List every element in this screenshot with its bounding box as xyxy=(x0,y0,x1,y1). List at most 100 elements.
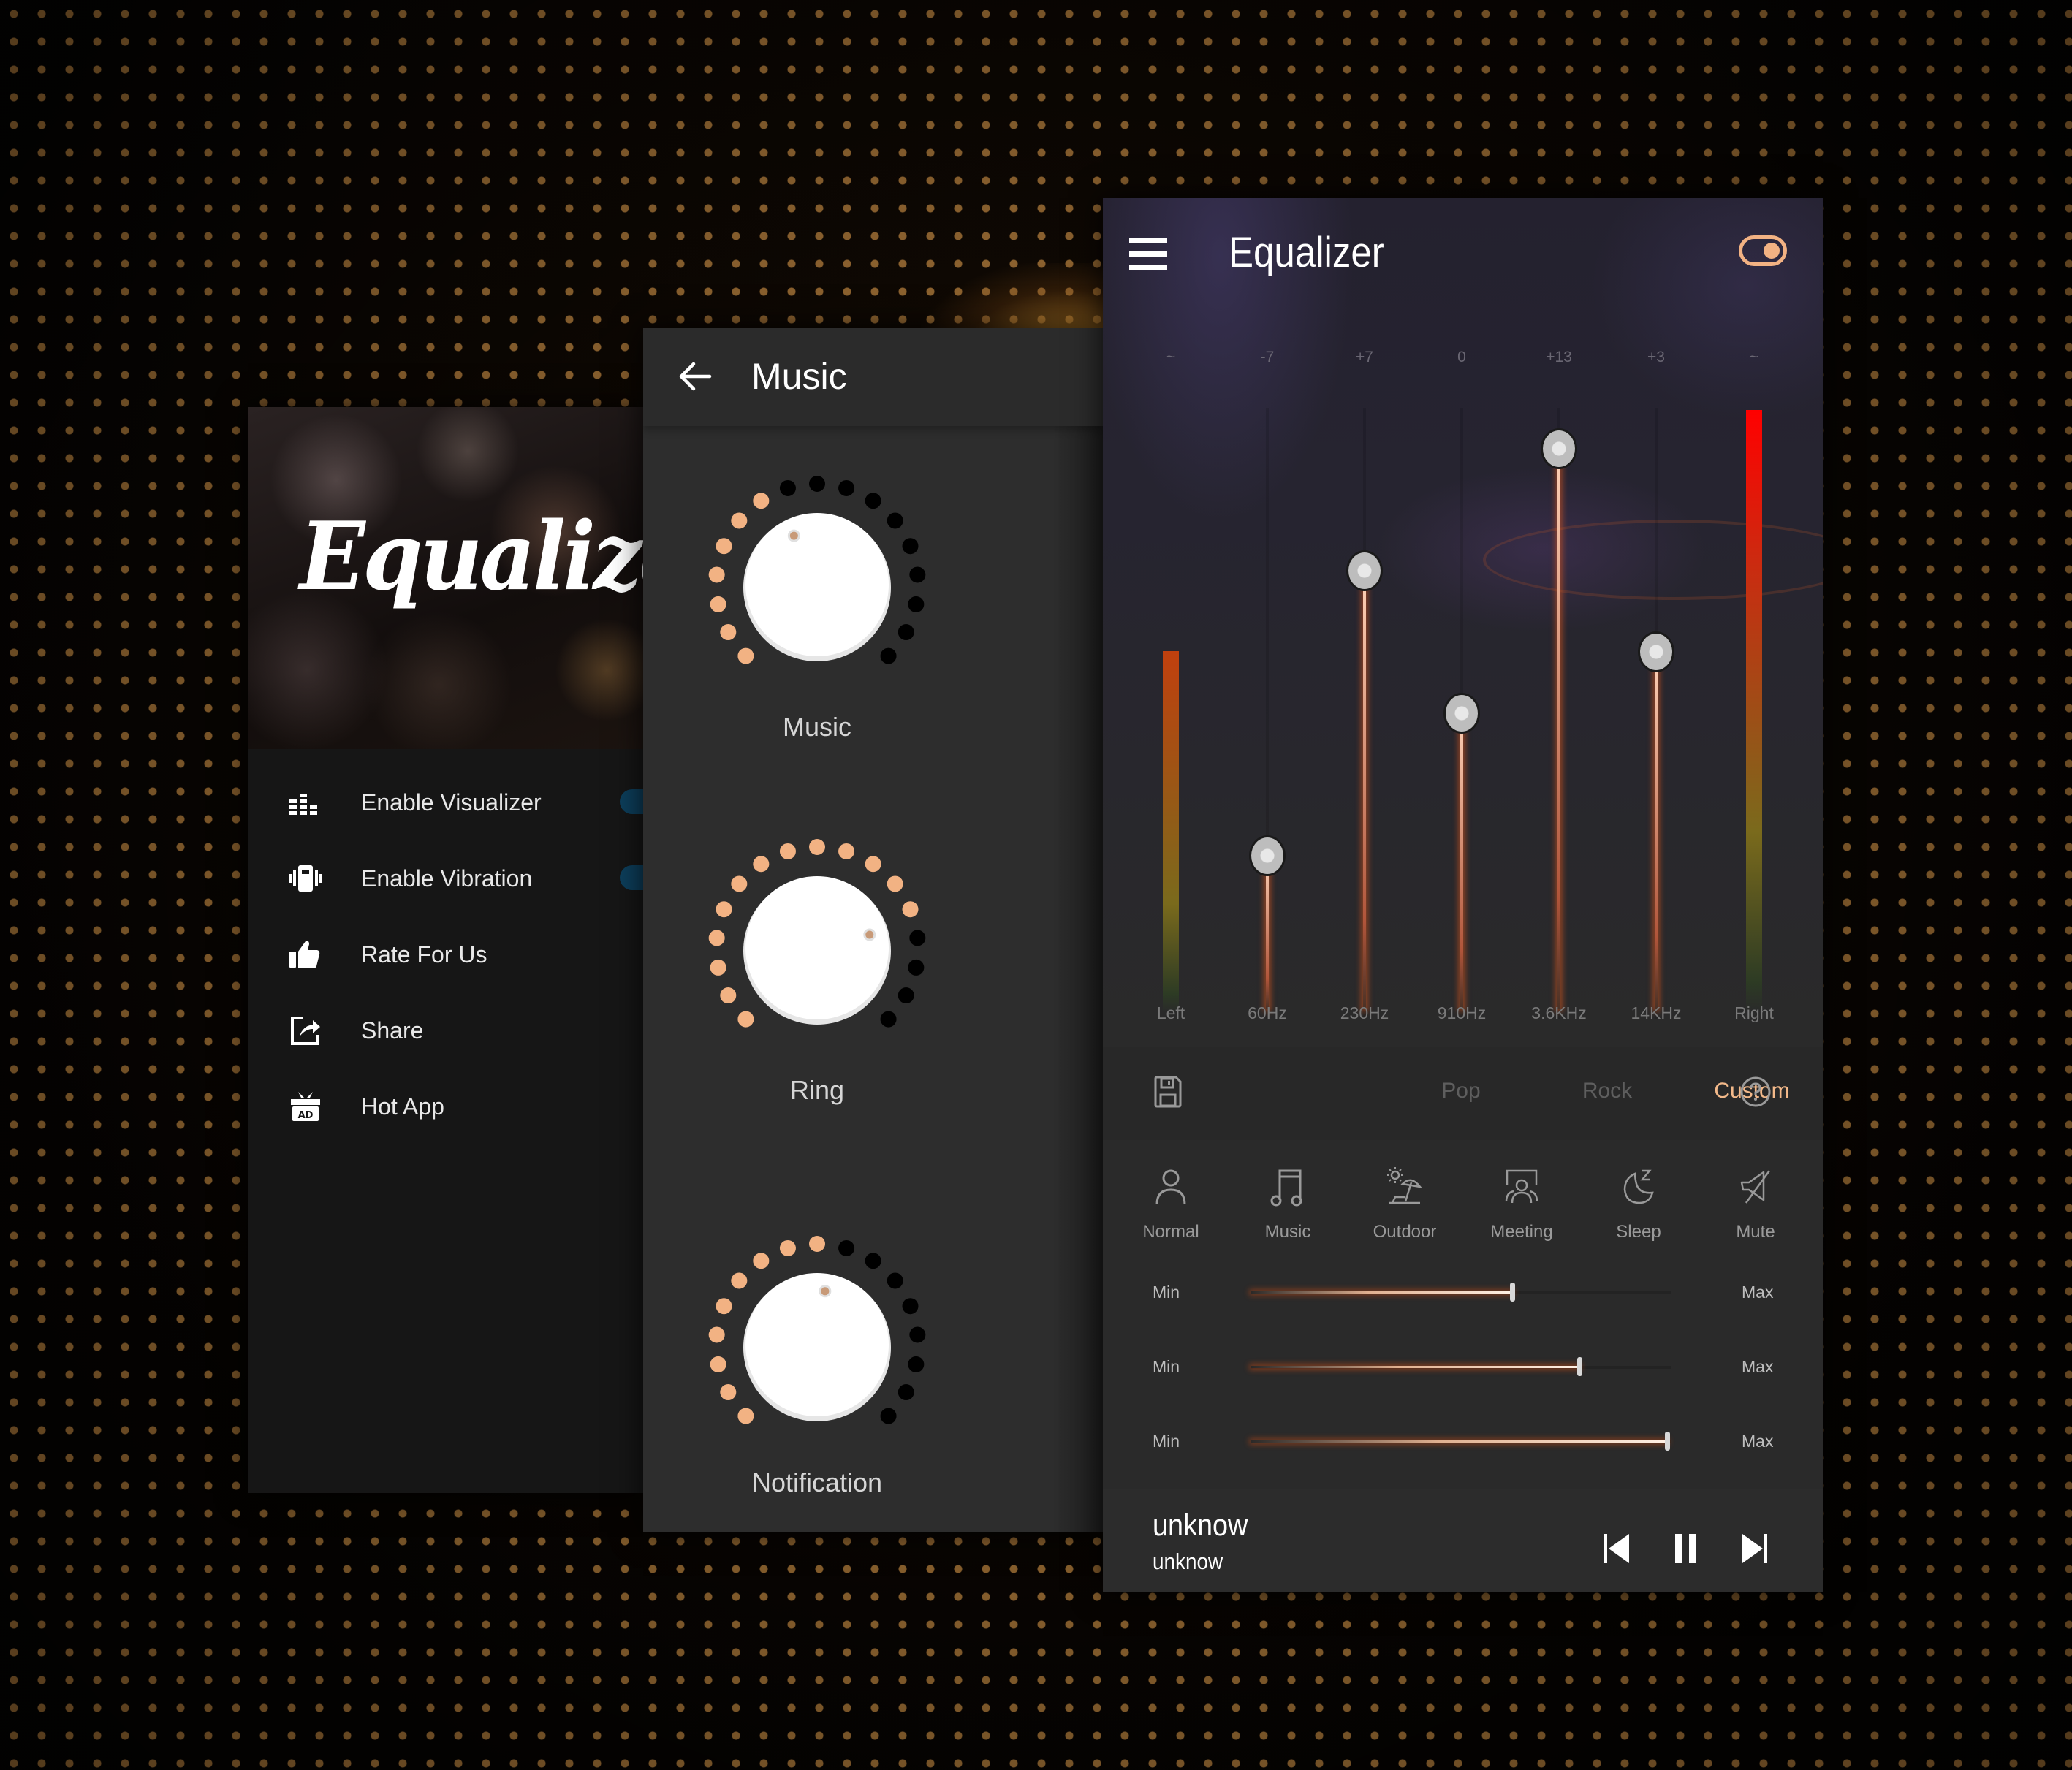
band-track-fill xyxy=(1266,856,1269,1009)
share-icon xyxy=(291,1017,320,1045)
knob-level-dot xyxy=(731,1272,748,1289)
knob-level-dot xyxy=(865,493,881,509)
knob-level-dot xyxy=(753,856,770,873)
knob-level-dot xyxy=(909,1326,926,1343)
menu-label: Hot App xyxy=(361,1093,444,1120)
speaker-mute-icon xyxy=(1740,1170,1771,1204)
band-frequency-label: 60Hz xyxy=(1248,1003,1287,1022)
knob-dial[interactable] xyxy=(643,1199,1103,1505)
skip-previous-icon[interactable] xyxy=(1601,1532,1633,1565)
menu-label: Enable Visualizer xyxy=(361,789,542,816)
band-thumb[interactable] xyxy=(1541,428,1577,469)
mode-label: Sleep xyxy=(1616,1222,1661,1242)
mode-outdoor[interactable]: Outdoor xyxy=(1346,1140,1463,1260)
band-value-label: 0 xyxy=(1457,349,1466,365)
band-track-fill xyxy=(1655,652,1658,1009)
band-value-label: +13 xyxy=(1546,349,1572,365)
preset-tab-pop[interactable]: Pop xyxy=(1395,1079,1527,1104)
mode-meeting[interactable]: Meeting xyxy=(1463,1140,1580,1260)
moon-sleep-icon xyxy=(1623,1169,1654,1204)
knob-level-dot xyxy=(909,930,926,946)
knob-face[interactable] xyxy=(745,876,889,1019)
vu-left-label: Left xyxy=(1156,1003,1185,1022)
page-title: Equalizer xyxy=(1229,229,1384,276)
vu-left-value: ~ xyxy=(1166,349,1176,365)
slider-thumb[interactable] xyxy=(1576,1357,1582,1376)
vibration-icon xyxy=(289,865,322,892)
knob-level-dot xyxy=(731,512,748,529)
mode-music[interactable]: Music xyxy=(1229,1140,1346,1260)
hamburger-icon[interactable] xyxy=(1129,238,1167,271)
hero-banner: Equalizer xyxy=(248,407,643,749)
knob-face[interactable] xyxy=(745,513,889,656)
knob-dial[interactable] xyxy=(643,438,1103,745)
knob-level-dot xyxy=(720,1384,737,1401)
knob-level-dot xyxy=(720,624,737,641)
level-slider-row: Min Max xyxy=(1103,1256,1823,1329)
slider-thumb[interactable] xyxy=(1665,1432,1671,1451)
sound-mode-bar: Normal Music Outdoor Meeting Sleep Mute xyxy=(1103,1140,1823,1260)
slider-min-label: Min xyxy=(1153,1283,1180,1302)
knob-level-dot xyxy=(737,1011,754,1028)
knob-level-dot xyxy=(838,1239,855,1256)
knob-level-dot xyxy=(887,512,903,529)
band-thumb[interactable] xyxy=(1346,550,1383,591)
vibration-toggle[interactable] xyxy=(620,865,643,890)
meeting-people-icon xyxy=(1505,1169,1538,1204)
power-toggle[interactable] xyxy=(1739,235,1787,266)
band-thumb[interactable] xyxy=(1249,835,1286,877)
mode-sleep[interactable]: Sleep xyxy=(1580,1140,1697,1260)
volume-header: Music xyxy=(643,328,1103,426)
knob-level-dot xyxy=(753,493,770,509)
knob-level-dot xyxy=(708,566,725,583)
arrow-left-icon[interactable] xyxy=(676,357,714,395)
preset-tab-rock[interactable]: Rock xyxy=(1541,1079,1673,1104)
band-thumb[interactable] xyxy=(1443,693,1480,734)
slider-max-label: Max xyxy=(1742,1283,1774,1302)
knob-face[interactable] xyxy=(745,1273,889,1416)
band-value-label: +3 xyxy=(1647,349,1665,365)
knob-level-dot xyxy=(779,843,796,859)
mode-normal[interactable]: Normal xyxy=(1112,1140,1229,1260)
track-title: unknow xyxy=(1153,1508,1248,1542)
floppy-disk-icon[interactable] xyxy=(1154,1076,1182,1108)
knob-level-dot xyxy=(838,479,855,496)
mode-mute[interactable]: Mute xyxy=(1697,1140,1814,1260)
band-frequency-label: 14KHz xyxy=(1631,1003,1682,1022)
slider-max-label: Max xyxy=(1742,1357,1774,1376)
knob-music[interactable]: Music xyxy=(643,438,1103,804)
knob-level-dot xyxy=(731,875,748,892)
menu-item-share[interactable]: Share xyxy=(248,992,643,1068)
knob-level-dot xyxy=(753,1253,770,1269)
vu-right-value: ~ xyxy=(1749,349,1759,365)
knob-level-dot xyxy=(865,1253,881,1269)
knob-level-dot xyxy=(716,901,732,918)
decorative-ring xyxy=(1483,520,1823,600)
skip-next-icon[interactable] xyxy=(1738,1532,1770,1565)
menu-label: Enable Vibration xyxy=(361,865,533,892)
knob-level-dot xyxy=(737,1408,754,1424)
menu-item-hot-app[interactable]: AD Hot App xyxy=(248,1068,643,1144)
knob-dial[interactable] xyxy=(643,802,1103,1109)
slider-min-label: Min xyxy=(1153,1432,1180,1451)
knob-level-dot xyxy=(898,987,914,1004)
pause-icon[interactable] xyxy=(1669,1532,1701,1565)
menu-item-enable-vibration[interactable]: Enable Vibration xyxy=(248,840,643,916)
knob-indicator xyxy=(863,928,876,941)
knob-notification[interactable]: Notification xyxy=(643,1199,1103,1532)
menu-item-enable-visualizer[interactable]: Enable Visualizer xyxy=(248,764,643,840)
gift-ad-icon: AD xyxy=(291,1092,320,1121)
slider-thumb[interactable] xyxy=(1509,1283,1515,1302)
question-circle-icon[interactable] xyxy=(1739,1076,1772,1108)
slider-fill xyxy=(1251,1440,1668,1443)
knob-level-dot xyxy=(880,647,897,664)
knob-ring[interactable]: Ring xyxy=(643,802,1103,1167)
knob-level-dot xyxy=(909,566,926,583)
knob-level-dot xyxy=(809,1236,825,1252)
beach-umbrella-icon xyxy=(1387,1167,1422,1204)
band-thumb[interactable] xyxy=(1638,631,1674,673)
hero-title: Equalizer xyxy=(300,502,643,612)
menu-item-rate-for-us[interactable]: Rate For Us xyxy=(248,916,643,992)
visualizer-toggle[interactable] xyxy=(620,789,643,814)
knob-level-dot xyxy=(908,1356,925,1372)
